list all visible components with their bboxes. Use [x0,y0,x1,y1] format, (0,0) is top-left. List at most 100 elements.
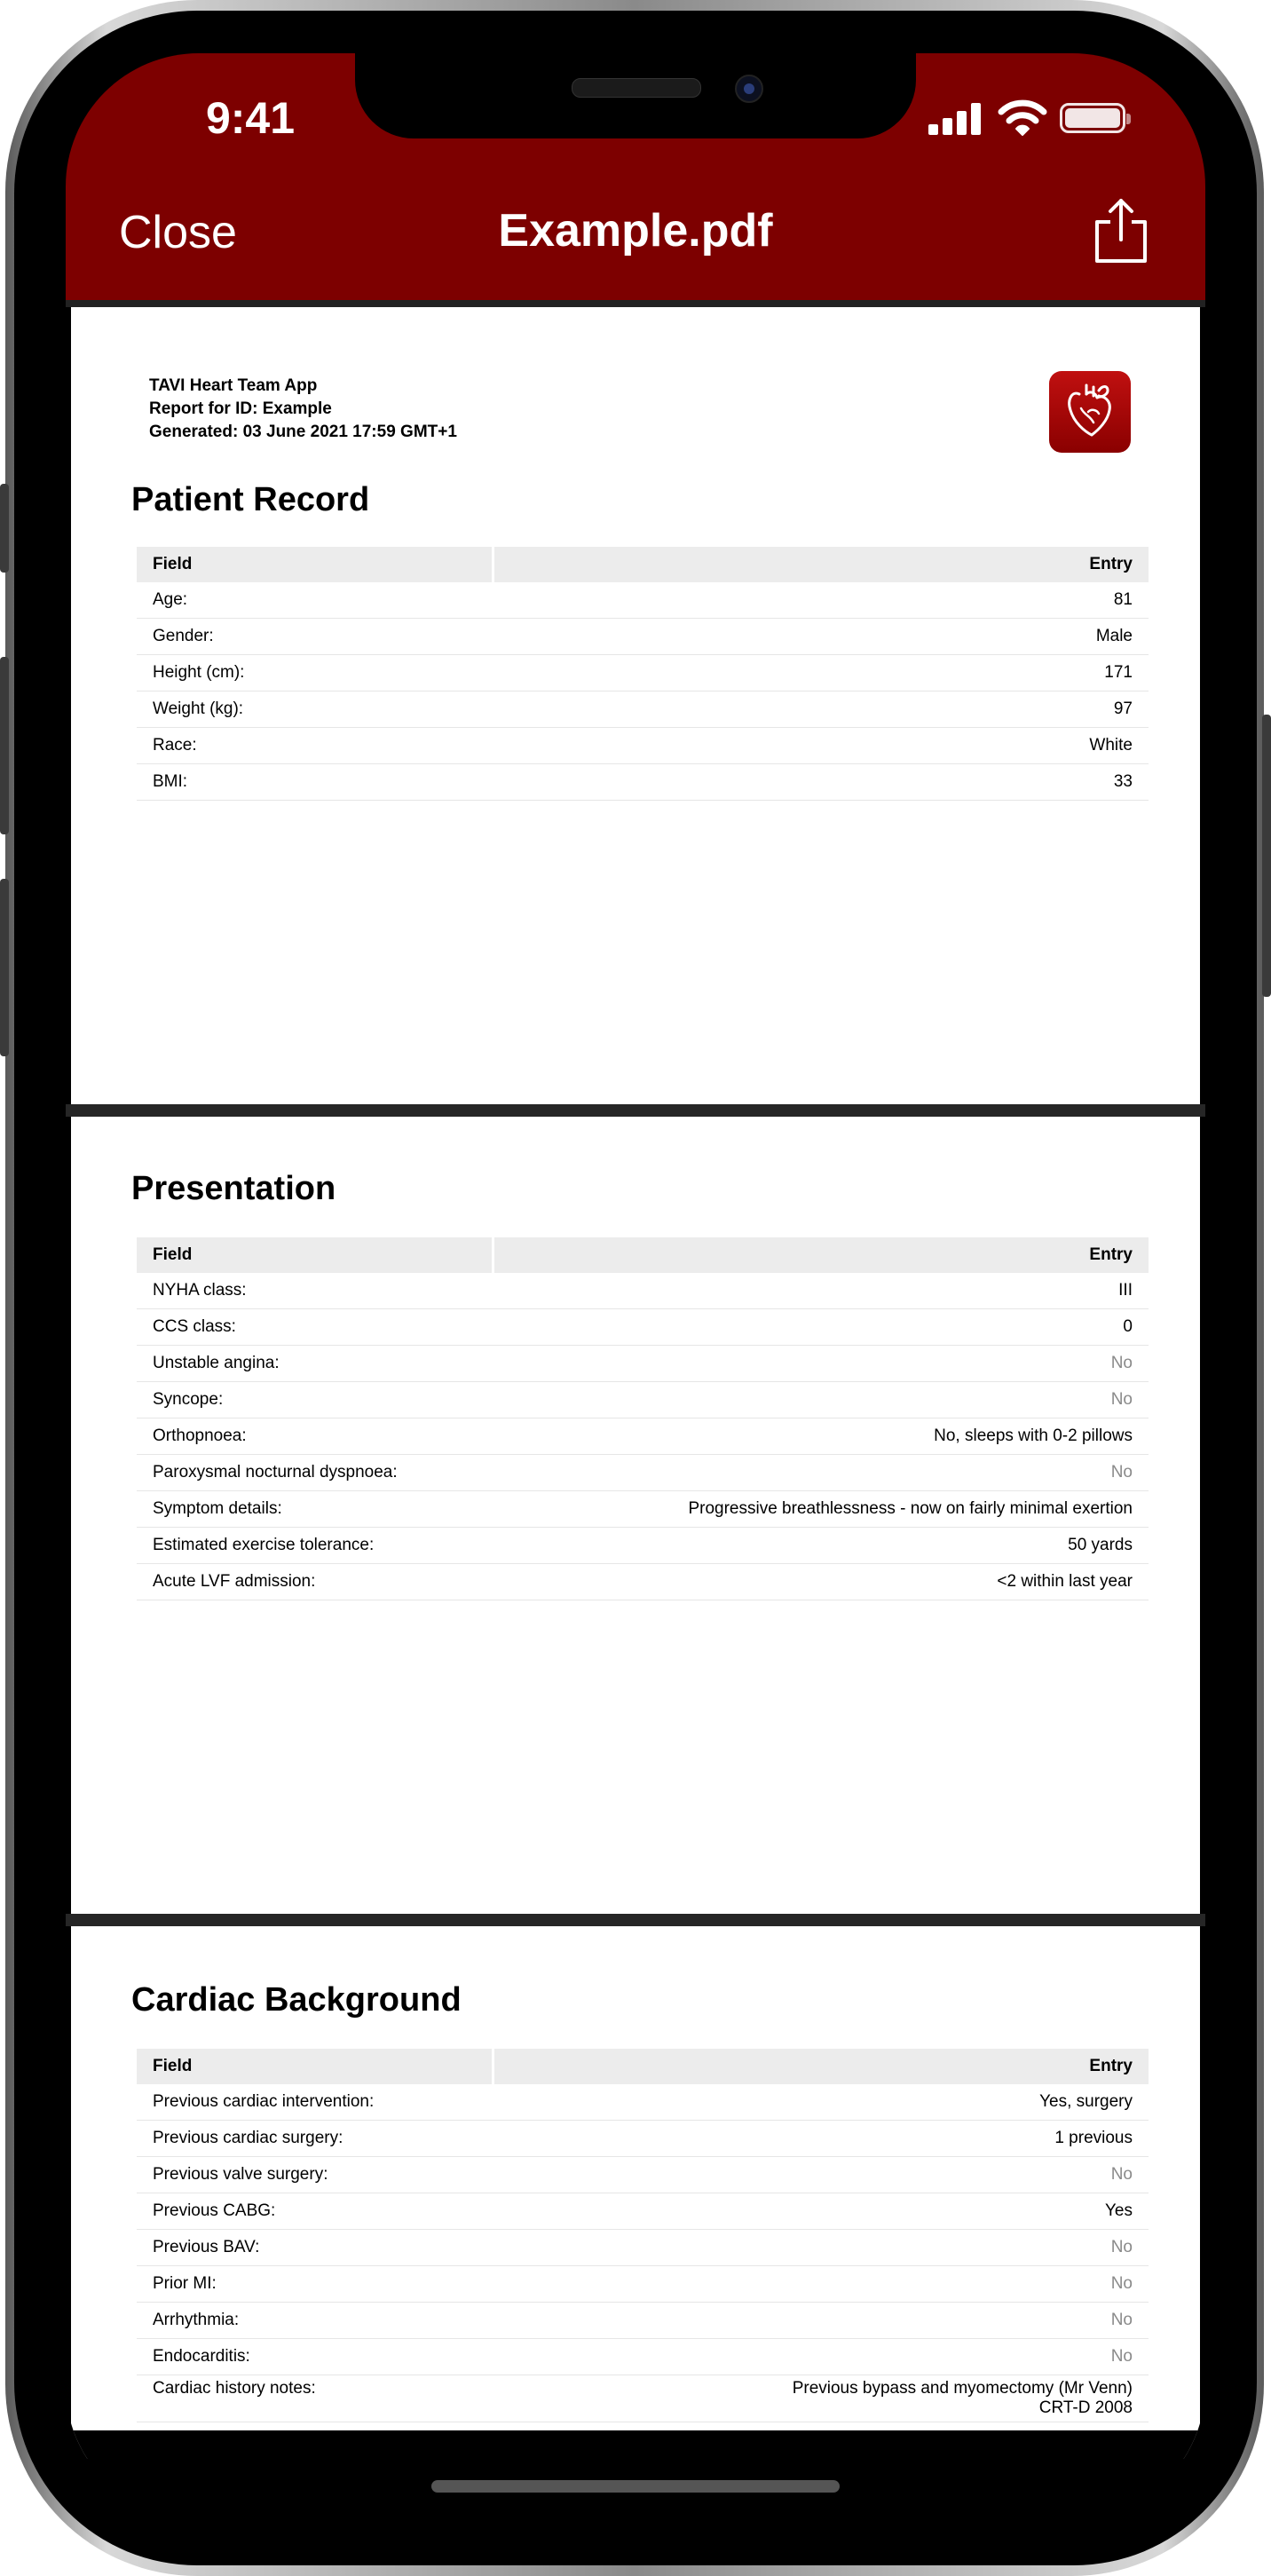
entry-cell: Progressive breathlessness - now on fair… [492,1491,1149,1528]
field-cell: Symptom details: [137,1491,492,1528]
table-row: Gender: Male [137,619,1149,655]
entry-cell: 81 [492,582,1149,619]
field-cell: Previous BAV: [137,2230,492,2266]
entry-cell: No [492,2230,1149,2266]
patient-record-table: Field Entry Age: 81 Gender: Male Height (cm)… [137,547,1149,801]
mute-switch [0,484,9,573]
volume-up-button [0,657,9,834]
report-meta: TAVI Heart Team App Report for ID: Examp… [149,375,457,444]
table-row: Race: White [137,728,1149,764]
share-icon[interactable] [1093,197,1149,265]
screen: 9:41 Close Example.pdf TAVI Heart Team A… [66,53,1205,2519]
section-title: Presentation [131,1170,336,1207]
table-row: Endocarditis: No [137,2339,1149,2375]
entry-cell: 97 [492,691,1149,728]
entry-cell: Male [492,619,1149,655]
field-cell: Previous valve surgery: [137,2157,492,2193]
table-row: Arrhythmia: No [137,2303,1149,2339]
field-cell: Previous cardiac surgery: [137,2121,492,2157]
home-indicator-area [66,2430,1205,2519]
pdf-page-2: Presentation Field Entry NYHA class: III C… [71,1117,1200,1914]
entry-cell: White [492,728,1149,764]
field-cell: BMI: [137,764,492,801]
entry-cell: Yes [492,2193,1149,2230]
table-row: Weight (kg): 97 [137,691,1149,728]
front-camera [735,75,763,103]
entry-cell: 0 [492,1309,1149,1346]
table-row: Previous CABG: Yes [137,2193,1149,2230]
entry-cell: No, sleeps with 0-2 pillows [492,1418,1149,1455]
field-cell: Race: [137,728,492,764]
table-row: Prior MI: No [137,2266,1149,2303]
report-generated: Generated: 03 June 2021 17:59 GMT+1 [149,423,457,441]
field-cell: Orthopnoea: [137,1418,492,1455]
table-row: Previous BAV: No [137,2230,1149,2266]
table-row: Symptom details: Progressive breathlessne… [137,1491,1149,1528]
field-cell: Estimated exercise tolerance: [137,1528,492,1564]
notch [355,53,916,138]
table-row: CCS class: 0 [137,1309,1149,1346]
field-cell: Acute LVF admission: [137,1564,492,1600]
field-cell: Endocarditis: [137,2339,492,2375]
field-cell: Height (cm): [137,655,492,691]
entry-cell: 33 [492,764,1149,801]
volume-down-button [0,879,9,1056]
page-separator [66,1914,1205,1926]
field-cell: Arrhythmia: [137,2303,492,2339]
entry-cell: Previous bypass and myomectomy (Mr Venn)… [492,2375,1149,2422]
navigation-header: 9:41 Close Example.pdf [66,53,1205,300]
section-title: Cardiac Background [131,1981,462,2019]
pdf-page-1: TAVI Heart Team App Report for ID: Examp… [71,307,1200,1104]
column-header-field: Field [137,547,492,582]
entry-cell: No [492,2266,1149,2303]
entry-cell: No [492,2303,1149,2339]
table-row: Age: 81 [137,582,1149,619]
table-header-row: Field Entry [137,547,1149,582]
table-row: Paroxysmal nocturnal dyspnoea: No [137,1455,1149,1491]
battery-icon [1060,103,1131,133]
table-row: Cardiac history notes: Previous bypass an… [137,2375,1149,2422]
pdf-page-3: Cardiac Background Field Entry Previous … [71,1926,1200,2459]
report-id: Report for ID: Example [149,399,332,418]
field-cell: CCS class: [137,1309,492,1346]
table-row: Estimated exercise tolerance: 50 yards [137,1528,1149,1564]
cardiac-background-table: Field Entry Previous cardiac interventio… [137,2049,1149,2422]
table-row: Previous cardiac intervention: Yes, surge… [137,2084,1149,2121]
table-row: Previous valve surgery: No [137,2157,1149,2193]
field-cell: Gender: [137,619,492,655]
field-cell: Syncope: [137,1382,492,1418]
home-indicator[interactable] [431,2480,840,2493]
column-header-entry: Entry [492,547,1149,582]
entry-cell: 50 yards [492,1528,1149,1564]
field-cell: Prior MI: [137,2266,492,2303]
earpiece-speaker [572,78,701,98]
entry-cell: No [492,1382,1149,1418]
column-header-entry: Entry [492,2049,1149,2084]
field-cell: Age: [137,582,492,619]
field-cell: Weight (kg): [137,691,492,728]
table-header-row: Field Entry [137,1237,1149,1273]
heart-logo-icon [1049,371,1131,453]
field-cell: Unstable angina: [137,1346,492,1382]
status-time: 9:41 [205,93,296,143]
table-row: Orthopnoea: No, sleeps with 0-2 pillows [137,1418,1149,1455]
document-title: Example.pdf [498,205,773,257]
entry-cell: No [492,2157,1149,2193]
field-cell: NYHA class: [137,1273,492,1309]
entry-cell: 1 previous [492,2121,1149,2157]
table-row: BMI: 33 [137,764,1149,801]
presentation-table: Field Entry NYHA class: III CCS class: 0 Uns… [137,1237,1149,1600]
table-row: Previous cardiac surgery: 1 previous [137,2121,1149,2157]
column-header-field: Field [137,2049,492,2084]
table-header-row: Field Entry [137,2049,1149,2084]
power-button [1262,715,1271,997]
table-row: NYHA class: III [137,1273,1149,1309]
section-title: Patient Record [131,481,370,518]
page-separator [66,1104,1205,1117]
entry-cell: No [492,1346,1149,1382]
field-cell: Cardiac history notes: [137,2375,492,2422]
entry-cell: <2 within last year [492,1564,1149,1600]
entry-cell: III [492,1273,1149,1309]
field-cell: Previous CABG: [137,2193,492,2230]
column-header-field: Field [137,1237,492,1273]
